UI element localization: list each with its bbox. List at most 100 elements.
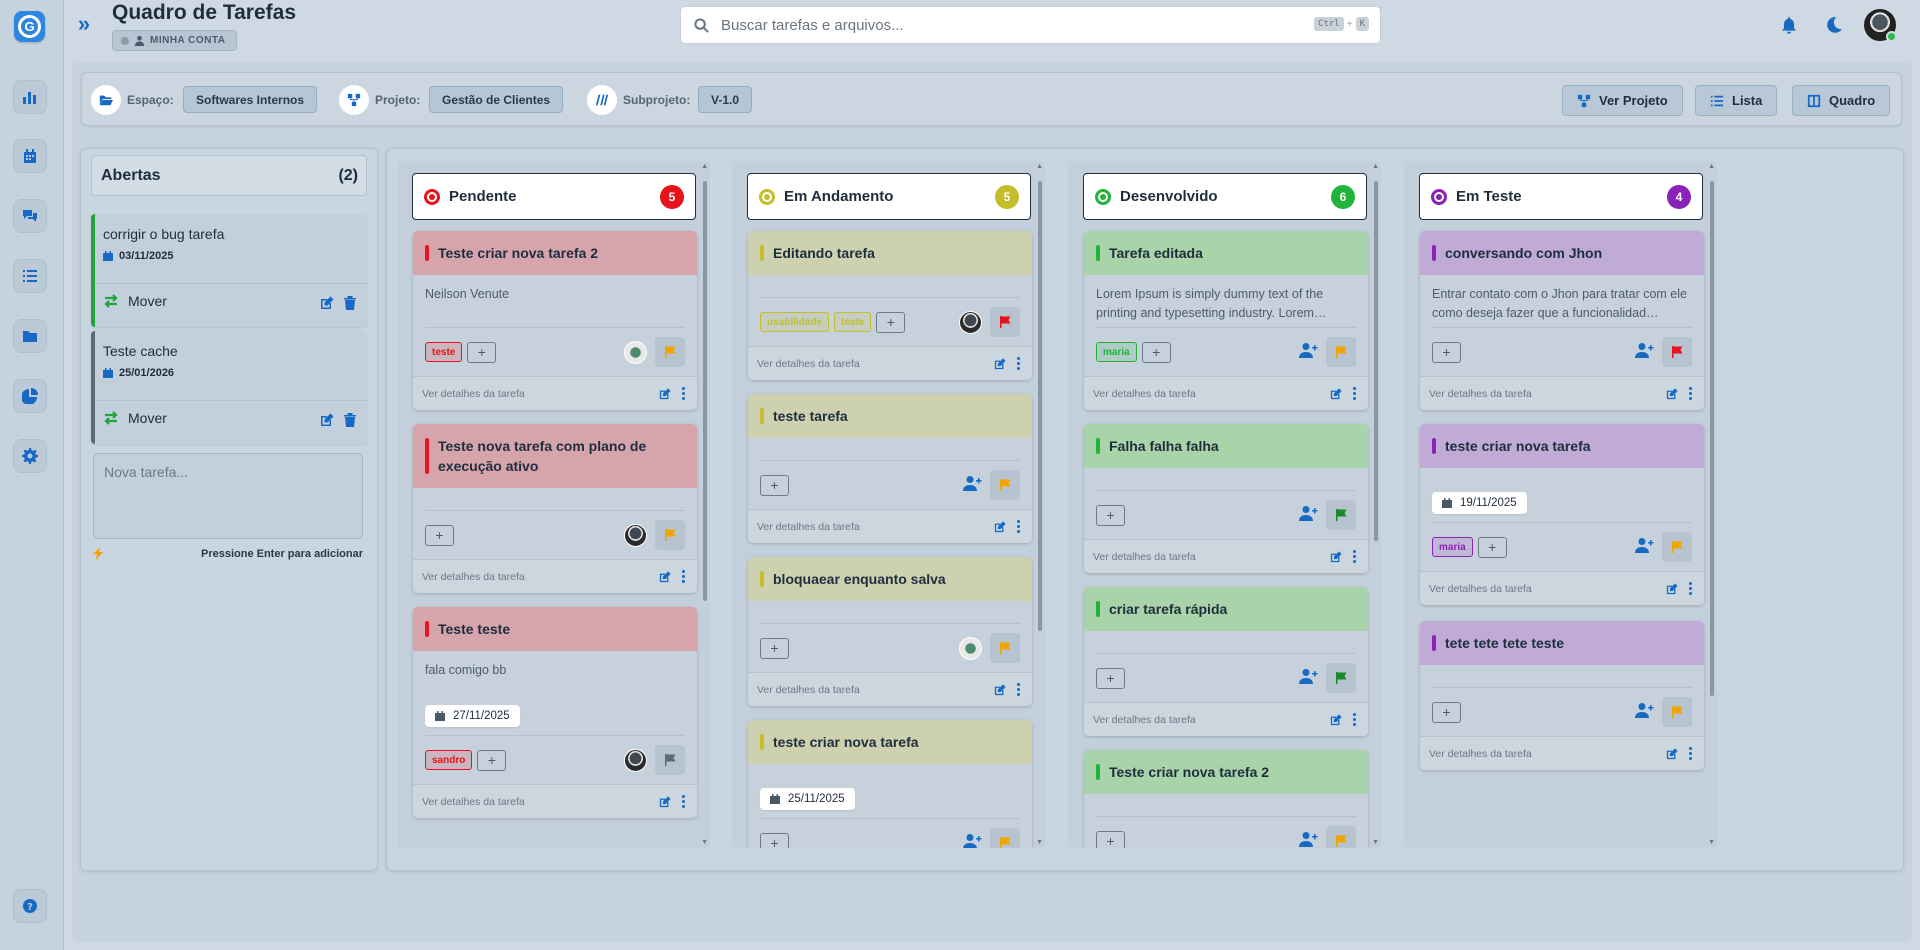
priority-flag-button[interactable] [1662, 697, 1692, 727]
move-button[interactable]: Mover [103, 410, 167, 426]
space-chip[interactable]: Softwares Internos [183, 86, 318, 113]
edit-icon[interactable] [320, 296, 334, 310]
moon-icon[interactable] [1823, 14, 1845, 36]
chart-icon[interactable] [13, 80, 47, 114]
edit-icon[interactable] [1330, 387, 1342, 400]
priority-flag-button[interactable] [1662, 532, 1692, 562]
task-card[interactable]: Tarefa editada Lorem Ipsum is simply dumm… [1084, 231, 1368, 410]
priority-flag-button[interactable] [1326, 500, 1356, 530]
task-tag[interactable]: teste [425, 342, 463, 362]
scroll-up-arrow-icon[interactable]: ▲ [1708, 163, 1715, 170]
task-card[interactable]: teste criar nova tarefa 19/11/2025 maria + V… [1420, 424, 1704, 605]
priority-flag-button[interactable] [1662, 337, 1692, 367]
task-card[interactable]: Editando tarefa usabilidade teste + Ver deta… [748, 231, 1032, 380]
add-user-icon[interactable] [963, 833, 982, 848]
view-details-link[interactable]: Ver detalhes da tarefa [1429, 388, 1532, 400]
priority-flag-button[interactable] [1326, 663, 1356, 693]
add-tag-button[interactable]: + [425, 524, 454, 546]
kebab-menu-icon[interactable] [1689, 747, 1692, 760]
list-icon[interactable] [13, 259, 47, 293]
assignee-avatar[interactable] [959, 636, 982, 660]
view-details-link[interactable]: Ver detalhes da tarefa [757, 684, 860, 696]
edit-icon[interactable] [994, 520, 1006, 533]
kebab-menu-icon[interactable] [1353, 550, 1356, 563]
kebab-menu-icon[interactable] [1353, 387, 1356, 400]
kebab-menu-icon[interactable] [1689, 387, 1692, 400]
view-details-link[interactable]: Ver detalhes da tarefa [422, 571, 525, 583]
priority-flag-button[interactable] [990, 633, 1020, 663]
open-task-card[interactable]: Teste cache 25/01/2026 Mover [91, 331, 367, 444]
trash-icon[interactable] [343, 413, 357, 427]
edit-icon[interactable] [1666, 582, 1678, 595]
new-task-input[interactable] [93, 453, 363, 539]
scroll-down-arrow-icon[interactable]: ▼ [1036, 839, 1043, 846]
add-tag-button[interactable]: + [1096, 504, 1125, 526]
project-chip[interactable]: Gestão de Clientes [429, 86, 564, 113]
add-tag-button[interactable]: + [760, 832, 789, 848]
view-details-link[interactable]: Ver detalhes da tarefa [1429, 748, 1532, 760]
assignee-avatar[interactable] [624, 340, 647, 364]
task-card-title[interactable]: criar tarefa rápida [1084, 587, 1368, 631]
move-button[interactable]: Mover [103, 293, 167, 309]
edit-icon[interactable] [1666, 387, 1678, 400]
chat-icon[interactable] [13, 199, 47, 233]
priority-flag-button[interactable] [655, 520, 685, 550]
add-tag-button[interactable]: + [1477, 536, 1507, 558]
task-card[interactable]: Teste nova tarefa com plano de execução … [413, 424, 697, 593]
task-card[interactable]: Falha falha falha + Ver detalhes da tarefa [1084, 424, 1368, 573]
add-tag-button[interactable]: + [1432, 701, 1461, 723]
add-user-icon[interactable] [1299, 831, 1318, 849]
add-user-icon[interactable] [1299, 668, 1318, 689]
assignee-avatar[interactable] [624, 523, 647, 547]
scroll-down-arrow-icon[interactable]: ▼ [1708, 839, 1715, 846]
edit-icon[interactable] [994, 683, 1006, 696]
task-tag[interactable]: maria [1432, 537, 1473, 557]
view-details-link[interactable]: Ver detalhes da tarefa [1093, 388, 1196, 400]
view-details-link[interactable]: Ver detalhes da tarefa [1093, 714, 1196, 726]
add-tag-button[interactable]: + [1432, 341, 1461, 363]
expand-sidebar-icon[interactable]: » [70, 11, 98, 36]
task-card-title[interactable]: Teste teste [413, 607, 697, 651]
task-tag[interactable]: maria [1096, 342, 1137, 362]
add-user-icon[interactable] [1299, 505, 1318, 526]
scrollbar-thumb[interactable] [1374, 181, 1378, 541]
bell-icon[interactable] [1778, 14, 1800, 36]
task-card[interactable]: Teste teste fala comigo bb 27/11/2025 sandr… [413, 607, 697, 818]
scrollbar-thumb[interactable] [1710, 181, 1714, 696]
subproject-chip[interactable]: V-1.0 [698, 86, 753, 113]
task-card[interactable]: teste tarefa + Ver detalhes da tarefa [748, 394, 1032, 543]
view-details-link[interactable]: Ver detalhes da tarefa [422, 796, 525, 808]
edit-icon[interactable] [659, 795, 671, 808]
add-tag-button[interactable]: + [1096, 830, 1125, 848]
priority-flag-button[interactable] [655, 337, 685, 367]
trash-icon[interactable] [343, 296, 357, 310]
edit-icon[interactable] [320, 413, 334, 427]
add-tag-button[interactable]: + [876, 311, 906, 333]
add-user-icon[interactable] [1635, 537, 1654, 558]
task-card-title[interactable]: teste criar nova tarefa [748, 720, 1032, 764]
add-user-icon[interactable] [1299, 342, 1318, 363]
priority-flag-button[interactable] [990, 307, 1020, 337]
board-view-button[interactable]: Quadro [1792, 85, 1891, 116]
view-project-button[interactable]: Ver Projeto [1562, 85, 1683, 116]
task-tag[interactable]: sandro [425, 750, 473, 770]
priority-flag-button[interactable] [1326, 337, 1356, 367]
scroll-down-arrow-icon[interactable]: ▼ [1372, 839, 1379, 846]
task-card[interactable]: criar tarefa rápida + Ver detalhes da tare… [1084, 587, 1368, 736]
task-card-title[interactable]: teste tarefa [748, 394, 1032, 438]
add-tag-button[interactable]: + [467, 341, 497, 363]
add-tag-button[interactable]: + [477, 749, 507, 771]
open-task-card[interactable]: corrigir o bug tarefa 03/11/2025 Mover [91, 214, 367, 327]
edit-icon[interactable] [659, 570, 671, 583]
task-card-title[interactable]: bloquaear enquanto salva [748, 557, 1032, 601]
kebab-menu-icon[interactable] [1017, 357, 1020, 370]
kebab-menu-icon[interactable] [1017, 683, 1020, 696]
task-card-title[interactable]: tete tete tete teste [1420, 621, 1704, 665]
task-card[interactable]: Teste criar nova tarefa 2+Ver detalhes d… [1084, 750, 1368, 848]
task-card-title[interactable]: teste criar nova tarefa [1420, 424, 1704, 468]
calendar-icon[interactable] [13, 139, 47, 173]
view-details-link[interactable]: Ver detalhes da tarefa [757, 521, 860, 533]
my-account-badge[interactable]: MINHA CONTA [112, 30, 237, 51]
task-card-title[interactable]: Teste criar nova tarefa 2 [413, 231, 697, 275]
add-user-icon[interactable] [1635, 342, 1654, 363]
